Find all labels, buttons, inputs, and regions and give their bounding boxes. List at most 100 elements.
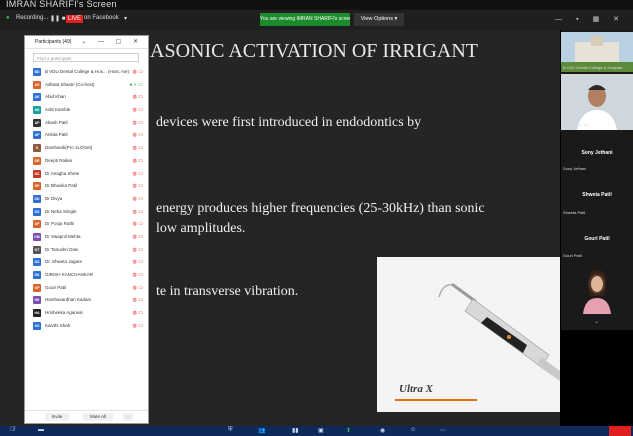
mic-video-muted-icon[interactable]: ◍ ▭ bbox=[133, 145, 143, 151]
participant-row[interactable]: DT Dr Tanushri Dani ◍ ▭ bbox=[31, 244, 145, 257]
video-tile-participant[interactable] bbox=[561, 262, 633, 314]
video-tile-shweta[interactable]: Shweta Patil Shweta Patil bbox=[561, 176, 633, 216]
mute-all-button[interactable]: Mute All bbox=[83, 413, 113, 421]
share-label: IMRAN SHARIFI's Screen bbox=[6, 0, 117, 9]
participant-row[interactable]: AP Ankita Patil ◍ ▭ bbox=[31, 129, 145, 142]
mic-video-muted-icon[interactable]: ◍ ▭ bbox=[133, 221, 143, 227]
participant-row[interactable]: DP Dr Pooja Rathi ◍ ▭ bbox=[31, 218, 145, 231]
participant-row[interactable]: HK Harshavardhan Kadam ◍ ▭ bbox=[31, 294, 145, 307]
participants-panel: Participants (49) ⌄ — ▢ ✕ Find a partici… bbox=[24, 35, 149, 424]
mic-video-muted-icon[interactable]: ◍ ▭ bbox=[133, 69, 143, 75]
participant-row[interactable]: DM Dr Swapnil Mehta ◍ ▭ bbox=[31, 231, 145, 244]
avatar: DD bbox=[33, 194, 41, 203]
chevron-down-icon[interactable]: ▾ bbox=[124, 15, 127, 22]
mute-icon[interactable]: 🎙̸ bbox=[10, 427, 15, 433]
mic-video-muted-icon[interactable]: ◍ ▭ bbox=[133, 259, 143, 265]
avatar: KS bbox=[33, 321, 41, 330]
bottom-control-bar: 🎙̸ ▬ ⛨ 👥 ▮▮ ▣ ⬆ ◉ ☺ ⋯ bbox=[0, 426, 633, 436]
participant-row[interactable]: DD Dr Divya ◍ ▭ bbox=[31, 193, 145, 206]
mic-video-muted-icon[interactable]: ◍ ▭ bbox=[133, 196, 143, 202]
participant-row[interactable]: D Darshanik(Pro 1LOGet) ◍ ▭ bbox=[31, 142, 145, 155]
mic-video-muted-icon[interactable]: ◍ ▭ bbox=[133, 209, 143, 215]
tile-shweta-name: Shweta Patil bbox=[582, 192, 612, 198]
participant-row[interactable]: AK Aditi Kamble ◍ ▭ bbox=[31, 104, 145, 117]
participant-row[interactable]: GP Gouri Patil ◍ ▭ bbox=[31, 282, 145, 295]
video-tile-sony[interactable]: Sony Jethani Sony Jethani bbox=[561, 132, 633, 172]
chevron-down-icon[interactable]: ⌄ bbox=[594, 318, 599, 325]
participant-search-input[interactable]: Find a participant bbox=[33, 53, 139, 62]
recording-status[interactable]: Recording... bbox=[16, 15, 48, 21]
slide-title: ASONIC ACTIVATION OF IRRIGANT bbox=[150, 40, 478, 62]
participants-icon[interactable]: 👥 bbox=[258, 427, 265, 434]
leave-button[interactable] bbox=[609, 426, 631, 436]
mic-video-muted-icon[interactable]: ◍ ▭ bbox=[133, 247, 143, 253]
avatar: HK bbox=[33, 296, 41, 305]
mic-video-muted-icon[interactable]: ◍ ▭ bbox=[133, 285, 143, 291]
video-tile-host[interactable]: B VDU Dental College & Hospital... bbox=[561, 32, 633, 72]
pause-icon[interactable]: ❚❚ ■ bbox=[50, 15, 65, 22]
participant-name: Harshavardhan Kadam bbox=[45, 297, 92, 303]
mic-video-muted-icon[interactable]: ◍ ▭ bbox=[133, 120, 143, 126]
participant-row[interactable]: DS Dr Anagha Shete ◍ ▭ bbox=[31, 168, 145, 181]
tile-sony-name: Sony Jethani bbox=[581, 150, 613, 156]
mic-video-muted-icon[interactable]: ◍ ▭ bbox=[133, 158, 143, 164]
avatar: AK bbox=[33, 106, 41, 115]
avatar: D bbox=[33, 144, 41, 153]
polls-icon[interactable]: ▮▮ bbox=[292, 427, 299, 434]
participant-row[interactable]: BD B VDU Dental College & Hos... (Host, m… bbox=[31, 66, 145, 79]
mic-video-muted-icon[interactable]: ◍ ▭ bbox=[133, 297, 143, 303]
participant-row[interactable]: DS Dr Neha Siingle ◍ ▭ bbox=[31, 206, 145, 219]
mic-video-muted-icon[interactable]: ◍ ▭ bbox=[133, 107, 143, 113]
panel-window-controls[interactable]: ⌄ — ▢ ✕ bbox=[81, 38, 143, 45]
mic-video-muted-icon[interactable]: ◍ ▭ bbox=[133, 234, 143, 240]
participant-row[interactable]: AS Adhata Shastri (Co-host) ● ◐ ▭ bbox=[31, 79, 145, 92]
mic-video-muted-icon[interactable]: ◍ ▭ bbox=[133, 171, 143, 177]
mic-video-muted-icon[interactable]: ◍ ▭ bbox=[133, 183, 143, 189]
avatar: DS bbox=[33, 207, 41, 216]
invite-button[interactable]: Invite bbox=[45, 413, 69, 421]
mic-video-muted-icon[interactable]: ◍ ▭ bbox=[133, 94, 143, 100]
avatar: DR bbox=[33, 156, 41, 165]
participant-name: Abid Khan bbox=[45, 94, 66, 100]
mic-video-muted-icon[interactable]: ◍ ▭ bbox=[133, 272, 143, 278]
live-badge: LIVE bbox=[66, 15, 84, 23]
brand-underline bbox=[395, 399, 477, 401]
participant-name: Darshanik(Pro 1LOGet) bbox=[45, 145, 93, 151]
participant-row[interactable]: GK GIRISH KANCHANKAR ◍ ▭ bbox=[31, 269, 145, 282]
reactions-icon[interactable]: ☺ bbox=[410, 427, 416, 433]
participant-row[interactable]: DP Dr Bhavika Patil ◍ ▭ bbox=[31, 180, 145, 193]
participant-name: Dr Divya bbox=[45, 195, 63, 201]
more-icon[interactable]: ⋯ bbox=[440, 427, 446, 434]
video-icon[interactable]: ▬ bbox=[38, 427, 44, 433]
security-icon[interactable]: ⛨ bbox=[228, 427, 233, 434]
avatar: DM bbox=[33, 232, 41, 241]
participant-row[interactable]: DR Deepti Raikar ◍ ▭ bbox=[31, 155, 145, 168]
video-gallery: B VDU Dental College & Hospital... Khan … bbox=[561, 30, 633, 330]
mic-video-muted-icon[interactable]: ◍ ▭ bbox=[133, 323, 143, 329]
participant-row[interactable]: AK Abid Khan ◍ ▭ bbox=[31, 91, 145, 104]
avatar: AS bbox=[33, 80, 41, 89]
participant-name: GIRISH KANCHANKAR bbox=[45, 272, 94, 277]
participant-row[interactable]: KS Kaivthi Shah ◍ ▭ bbox=[31, 320, 145, 333]
more-button[interactable]: ... bbox=[123, 413, 133, 421]
view-options-button[interactable]: View Options ▾ bbox=[354, 13, 404, 26]
participant-name: Dr Pooja Rathi bbox=[45, 221, 75, 227]
mic-video-muted-icon[interactable]: ● ◐ ▭ bbox=[129, 82, 143, 88]
mic-video-muted-icon[interactable]: ◍ ▭ bbox=[133, 132, 143, 138]
participant-row[interactable]: DS Dr. Shweta Jagare ◍ ▭ bbox=[31, 256, 145, 269]
chat-icon[interactable]: ▣ bbox=[318, 427, 324, 434]
meeting-toolbar: ● Recording... ❚❚ ■ LIVE on Facebook ▾ Y… bbox=[0, 10, 633, 30]
video-tile-speaker[interactable]: Khan (Dec 15) bbox=[561, 74, 633, 130]
window-controls[interactable]: — ▪ ▦ ✕ bbox=[555, 15, 625, 23]
security-icon[interactable]: ● bbox=[6, 15, 10, 21]
mic-video-muted-icon[interactable]: ◍ ▭ bbox=[133, 310, 143, 316]
video-tile-gouri[interactable]: Gouri Patil Gouri Patil bbox=[561, 220, 633, 260]
live-on-facebook[interactable]: on Facebook bbox=[84, 15, 119, 21]
tile-gouri-name: Gouri Patil bbox=[584, 236, 610, 242]
record-icon[interactable]: ◉ bbox=[380, 427, 385, 434]
share-screen-icon[interactable]: ⬆ bbox=[346, 427, 351, 434]
participant-row[interactable]: AP Akash Patil ◍ ▭ bbox=[31, 117, 145, 130]
participant-row[interactable]: HA Hrisheeka Agarwal ◍ ▭ bbox=[31, 307, 145, 320]
participant-name: Adhata Shastri (Co-host) bbox=[45, 81, 95, 87]
participant-name: B VDU Dental College & Hos... (Host, me) bbox=[45, 69, 130, 74]
